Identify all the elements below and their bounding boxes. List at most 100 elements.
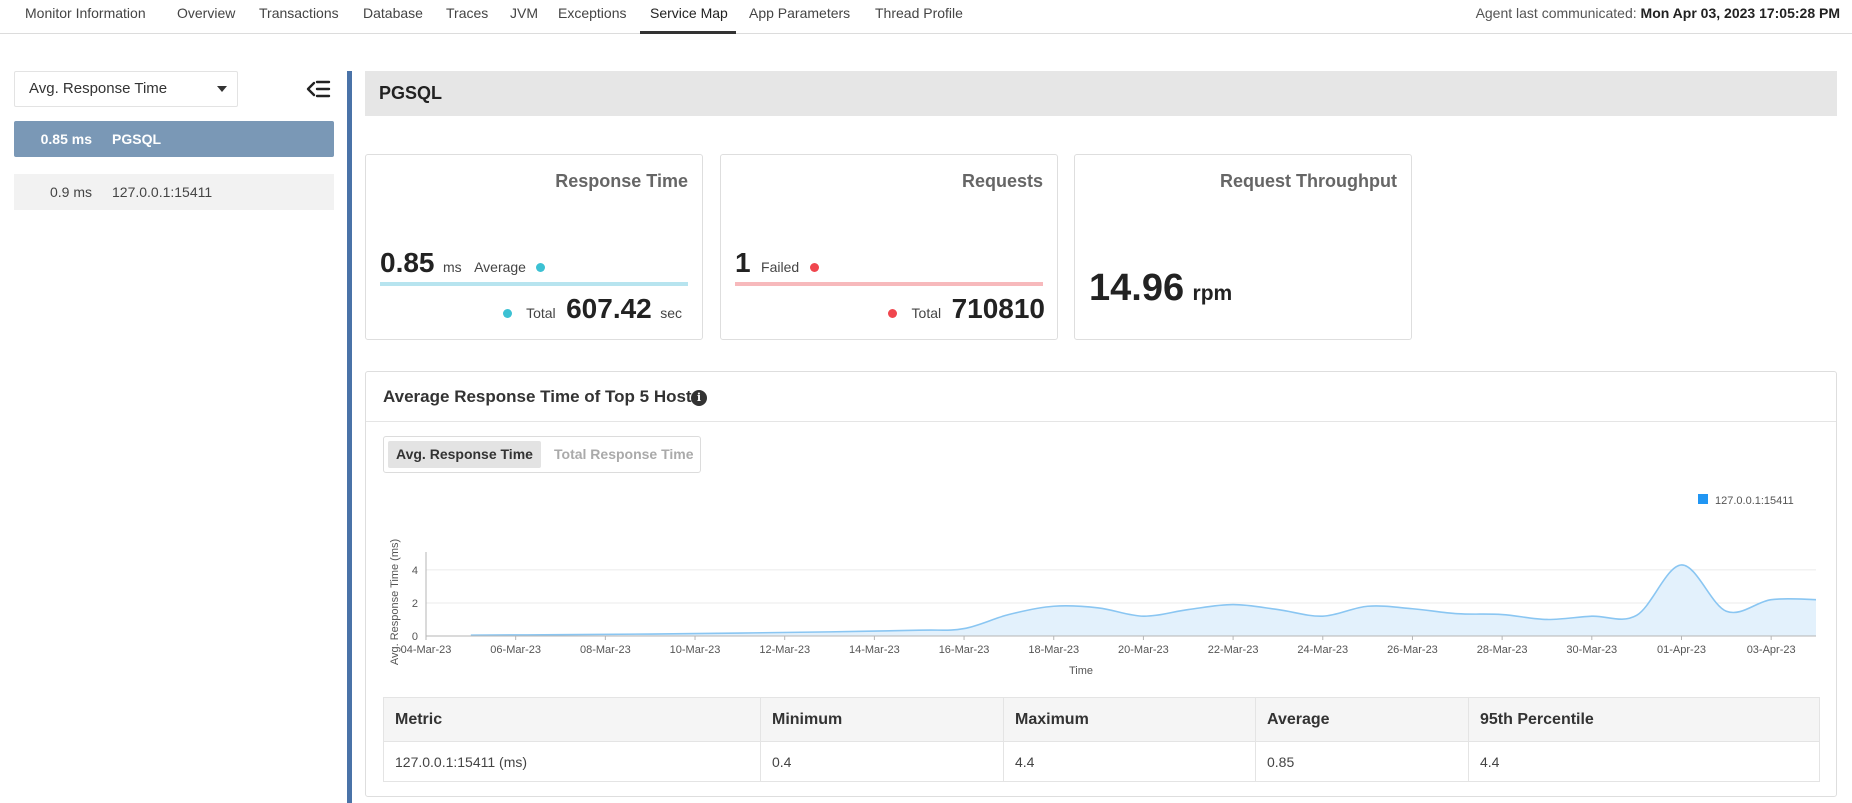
chart-panel-header: Average Response Time of Top 5 Hosts i [366, 372, 1836, 422]
failed-value: 1 [735, 247, 751, 278]
tab-monitor-information[interactable]: Monitor Information [25, 0, 146, 34]
response-time-chart: 0 2 4 04-Mar-23 06-Mar-23 08-Mar-23 10-Mar-23… [389, 494, 1817, 677]
x-tick-label: 18-Mar-23 [1028, 644, 1079, 656]
series-area [470, 564, 1816, 636]
x-tick-label: 04-Mar-23 [401, 644, 452, 656]
chevron-down-icon [217, 86, 227, 92]
table-header-95th-percentile: 95th Percentile [1468, 697, 1820, 742]
info-icon[interactable]: i [691, 390, 707, 406]
page-title: PGSQL [379, 83, 443, 103]
average-response-row: 0.85 ms Average [380, 247, 546, 279]
card-title: Requests [961, 171, 1043, 191]
failed-label: Failed [761, 259, 800, 275]
total-label: Total [911, 305, 942, 321]
x-tick-label: 06-Mar-23 [490, 644, 541, 656]
list-item-label: 127.0.0.1:15411 [112, 184, 213, 200]
list-item-host[interactable]: 0.9 ms 127.0.0.1:15411 [14, 174, 334, 210]
tab-app-parameters[interactable]: App Parameters [749, 0, 850, 34]
total-value: 710810 [951, 293, 1045, 324]
tab-exceptions[interactable]: Exceptions [558, 0, 626, 34]
y-tick-label: 0 [412, 631, 418, 643]
list-item-label: PGSQL [112, 131, 162, 147]
throughput-card: Request Throughput 14.96 rpm [1074, 154, 1412, 340]
agent-time: Mon Apr 03, 2023 17:05:28 PM [1640, 5, 1840, 21]
average-label: Average [474, 259, 526, 275]
toggle-avg-response-time[interactable]: Avg. Response Time [388, 441, 541, 468]
chart-panel: Average Response Time of Top 5 Hosts i A… [365, 371, 1837, 797]
list-item-value: 0.85 ms [40, 131, 92, 147]
x-tick-label: 20-Mar-23 [1118, 644, 1169, 656]
table-cell: 4.4 [1468, 741, 1820, 782]
chart-toggle: Avg. Response Time Total Response Time [383, 436, 701, 473]
total-label: Total [526, 305, 556, 321]
tab-service-map[interactable]: Service Map [640, 0, 736, 34]
x-tick-label: 12-Mar-23 [759, 644, 810, 656]
y-tick-label: 4 [412, 565, 418, 577]
table-cell: 0.85 [1255, 741, 1469, 782]
x-tick-label: 26-Mar-23 [1387, 644, 1438, 656]
table-cell: 127.0.0.1:15411 (ms) [383, 741, 761, 782]
agent-last-communicated: Agent last communicated: Mon Apr 03, 202… [1476, 0, 1840, 26]
list-item-value: 0.9 ms [49, 184, 92, 200]
total-dot-icon [502, 309, 512, 318]
tab-overview[interactable]: Overview [177, 0, 235, 34]
x-tick-label: 03-Apr-23 [1747, 644, 1796, 656]
table-header-average: Average [1255, 697, 1469, 742]
y-axis-label: Avg. Response Time (ms) [389, 539, 401, 665]
response-time-bar [380, 282, 688, 286]
y-tick-label: 2 [412, 598, 418, 610]
x-tick-label: 22-Mar-23 [1208, 644, 1259, 656]
total-unit: sec [660, 305, 682, 321]
total-value: 607.42 [566, 293, 652, 324]
tab-thread-profile[interactable]: Thread Profile [875, 0, 963, 34]
average-value: 0.85 [380, 247, 435, 278]
throughput-row: 14.96 rpm [1089, 267, 1232, 310]
legend-swatch [1698, 494, 1708, 504]
table-cell: 0.4 [760, 741, 1004, 782]
throughput-value: 14.96 [1089, 267, 1185, 309]
list-item-pgsql[interactable]: 0.85 ms PGSQL [14, 121, 334, 157]
response-time-card: Response Time 0.85 ms Average Total 607.… [365, 154, 703, 340]
x-tick-label: 30-Mar-23 [1566, 644, 1617, 656]
table-header-maximum: Maximum [1003, 697, 1256, 742]
x-tick-label: 08-Mar-23 [580, 644, 631, 656]
toggle-total-response-time[interactable]: Total Response Time [546, 441, 702, 468]
metric-select-value: Avg. Response Time [29, 80, 168, 97]
legend-label: 127.0.0.1:15411 [1715, 495, 1794, 507]
x-tick-label: 28-Mar-23 [1477, 644, 1528, 656]
card-title: Request Throughput [1220, 171, 1397, 191]
panel-divider[interactable] [347, 71, 352, 803]
tab-traces[interactable]: Traces [446, 0, 488, 34]
tab-transactions[interactable]: Transactions [259, 0, 339, 34]
table-header-row: Metric Minimum Maximum Average 95th Perc… [383, 697, 1820, 742]
requests-bar [735, 282, 1043, 286]
top-nav: Monitor Information Overview Transaction… [0, 0, 1852, 34]
throughput-unit: rpm [1192, 282, 1233, 305]
x-axis-label: Time [1069, 665, 1093, 677]
failed-dot-icon [809, 263, 819, 272]
table-header-minimum: Minimum [760, 697, 1004, 742]
page-header: PGSQL [365, 71, 1837, 116]
requests-card: Requests 1 Failed Total 710810 [720, 154, 1058, 340]
total-requests-row: Total 710810 [888, 293, 1045, 325]
metrics-table: Metric Minimum Maximum Average 95th Perc… [383, 697, 1820, 782]
x-tick-label: 10-Mar-23 [670, 644, 721, 656]
collapse-menu-icon[interactable] [305, 78, 331, 100]
total-dot-icon [888, 309, 898, 318]
failed-requests-row: 1 Failed [735, 247, 819, 279]
table-row: 127.0.0.1:15411 (ms) 0.4 4.4 0.85 4.4 [383, 741, 1820, 782]
chart-panel-title: Average Response Time of Top 5 Hosts [383, 387, 702, 406]
card-title: Response Time [555, 171, 688, 191]
agent-label: Agent last communicated: [1475, 5, 1637, 21]
metric-select[interactable]: Avg. Response Time [14, 71, 238, 107]
x-tick-label: 16-Mar-23 [939, 644, 990, 656]
x-tick-label: 14-Mar-23 [849, 644, 900, 656]
x-tick-label: 24-Mar-23 [1297, 644, 1348, 656]
tab-database[interactable]: Database [363, 0, 423, 34]
x-tick-label: 01-Apr-23 [1657, 644, 1706, 656]
total-response-row: Total 607.42 sec [502, 293, 682, 325]
average-dot-icon [536, 263, 546, 272]
average-unit: ms [442, 259, 462, 275]
table-cell: 4.4 [1003, 741, 1256, 782]
tab-jvm[interactable]: JVM [510, 0, 538, 34]
